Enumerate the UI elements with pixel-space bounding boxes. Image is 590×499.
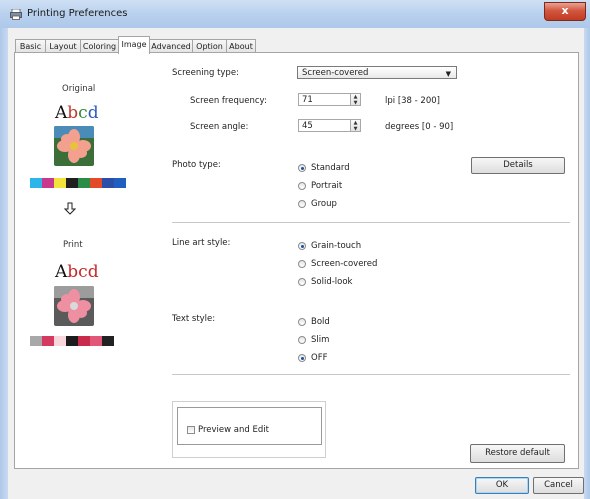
text-style-off-radio[interactable] — [298, 354, 306, 362]
screen-frequency-range: lpi [38 - 200] — [385, 96, 440, 106]
photo-type-standard-label[interactable]: Standard — [311, 163, 350, 173]
line-art-screen-covered-radio[interactable] — [298, 260, 306, 268]
tab-layout[interactable]: Layout — [45, 39, 81, 53]
details-button[interactable]: Details — [471, 157, 565, 174]
tab-about[interactable]: About — [226, 39, 256, 53]
photo-type-group-label[interactable]: Group — [311, 199, 337, 209]
sample-letter-b: b — [67, 103, 79, 123]
close-button[interactable]: x — [544, 2, 586, 21]
print-letter-d: d — [87, 262, 99, 282]
color-swatch — [78, 178, 90, 188]
preview-edit-group: Preview and Edit — [172, 401, 326, 458]
tab-image[interactable]: Image — [118, 36, 150, 54]
screen-frequency-spinner[interactable]: ▲ ▼ — [350, 93, 361, 106]
tab-advanced[interactable]: Advanced — [149, 39, 193, 53]
restore-default-button[interactable]: Restore default — [470, 444, 565, 463]
original-label: Original — [62, 84, 96, 94]
divider — [172, 222, 570, 223]
screening-type-label: Screening type: — [172, 68, 239, 78]
color-swatch — [102, 336, 114, 346]
text-style-bold-radio[interactable] — [298, 318, 306, 326]
preview-edit-box[interactable]: Preview and Edit — [177, 407, 322, 445]
color-swatch — [42, 178, 54, 188]
color-swatch — [30, 336, 42, 346]
line-art-screen-covered-label[interactable]: Screen-covered — [311, 259, 377, 269]
color-swatch — [54, 178, 66, 188]
print-letter-c: c — [78, 262, 88, 282]
screening-type-select[interactable]: Screen-covered ▼ — [297, 66, 457, 79]
line-art-grain-touch-label[interactable]: Grain-touch — [311, 241, 361, 251]
screen-angle-label: Screen angle: — [190, 122, 249, 132]
text-style-bold-label[interactable]: Bold — [311, 317, 330, 327]
color-swatch — [90, 336, 102, 346]
sample-letter-d: d — [87, 103, 99, 123]
color-swatch — [114, 178, 126, 188]
cancel-button[interactable]: Cancel — [533, 477, 584, 494]
screen-angle-range: degrees [0 - 90] — [385, 122, 454, 132]
screen-angle-spinner[interactable]: ▲ ▼ — [350, 119, 361, 132]
divider — [172, 374, 570, 375]
original-flower-image — [54, 126, 94, 166]
line-art-solid-look-radio[interactable] — [298, 278, 306, 286]
text-style-label: Text style: — [172, 314, 216, 324]
photo-type-group-radio[interactable] — [298, 200, 306, 208]
color-swatch — [54, 336, 66, 346]
tab-basic[interactable]: Basic — [15, 39, 46, 53]
print-sample-text: Abcd — [55, 262, 99, 282]
line-art-style-label: Line art style: — [172, 238, 231, 248]
print-flower-image — [54, 286, 94, 326]
text-style-slim-radio[interactable] — [298, 336, 306, 344]
print-label: Print — [63, 240, 83, 250]
photo-type-portrait-label[interactable]: Portrait — [311, 181, 342, 191]
window-frame-left — [0, 28, 8, 499]
print-letter-a: A — [55, 262, 68, 282]
color-swatch — [66, 178, 78, 188]
screening-type-value: Screen-covered — [302, 68, 369, 78]
photo-type-label: Photo type: — [172, 160, 221, 170]
photo-type-portrait-radio[interactable] — [298, 182, 306, 190]
sample-letter-c: c — [78, 103, 88, 123]
text-style-slim-label[interactable]: Slim — [311, 335, 329, 345]
color-swatch — [90, 178, 102, 188]
color-swatch — [102, 178, 114, 188]
ok-button[interactable]: OK — [475, 477, 529, 494]
photo-type-standard-radio[interactable] — [298, 164, 306, 172]
preview-edit-checkbox[interactable] — [187, 426, 195, 434]
color-swatch — [66, 336, 78, 346]
text-style-off-label[interactable]: OFF — [311, 353, 327, 363]
preview-edit-label[interactable]: Preview and Edit — [198, 425, 269, 435]
print-letter-b: b — [67, 262, 79, 282]
chevron-down-icon: ▼ — [445, 70, 451, 78]
color-swatch — [30, 178, 42, 188]
color-swatch — [42, 336, 54, 346]
color-swatch — [78, 336, 90, 346]
line-art-grain-touch-radio[interactable] — [298, 242, 306, 250]
line-art-solid-look-label[interactable]: Solid-look — [311, 277, 352, 287]
title-bar[interactable]: Printing Preferences x — [0, 0, 590, 29]
tab-coloring[interactable]: Coloring — [80, 39, 119, 53]
arrow-down-icon — [64, 202, 76, 215]
tab-option[interactable]: Option — [192, 39, 227, 53]
window-title: Printing Preferences — [27, 8, 128, 19]
original-sample-text: Abcd — [55, 103, 99, 123]
printer-icon — [10, 9, 22, 20]
screen-frequency-label: Screen frequency: — [190, 96, 267, 106]
sample-letter-a: A — [55, 103, 68, 123]
window-frame-right — [584, 28, 590, 499]
